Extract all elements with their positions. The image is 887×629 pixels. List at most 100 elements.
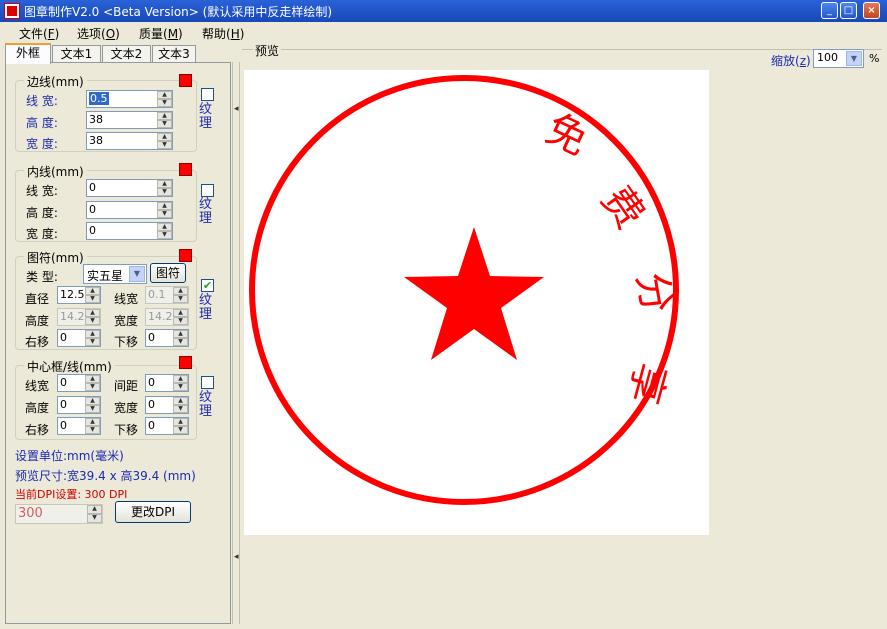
center-height-input[interactable]: 0 ▲ ▼ — [57, 396, 101, 414]
center-texture-label: 纹理 — [199, 390, 213, 419]
spin-arrows: ▲ ▼ — [85, 309, 100, 325]
window-title: 图章制作V2.0 <Beta Version> (默认采用中反走样绘制) — [24, 5, 333, 19]
menu-file[interactable]: 文件(F) — [19, 25, 59, 42]
border-group-title: 边线(mm) — [24, 73, 87, 90]
spin-arrows[interactable]: ▲ ▼ — [173, 375, 188, 391]
spin-arrows[interactable]: ▲ ▼ — [157, 202, 172, 218]
spin-arrows[interactable]: ▲ ▼ — [173, 330, 188, 346]
border-texture-label: 纹理 — [199, 102, 213, 131]
symbol-diameter-input[interactable]: 12.5 ▲ ▼ — [57, 286, 101, 304]
tab-text1[interactable]: 文本1 — [52, 45, 101, 63]
border-height-label: 高 度: — [26, 116, 58, 130]
minimize-button[interactable]: _ — [821, 2, 838, 19]
border-width-input[interactable]: 38 ▲ ▼ — [86, 132, 173, 150]
unit-info: 设置单位:mm(毫米) — [15, 449, 124, 463]
seal-char: 享 — [619, 358, 674, 409]
tab-text3[interactable]: 文本3 — [152, 45, 196, 63]
spin-arrows[interactable]: ▲ ▼ — [85, 397, 100, 413]
title-bar: 图章制作V2.0 <Beta Version> (默认采用中反走样绘制) _ □… — [0, 0, 887, 22]
symbol-group-title: 图符(mm) — [24, 249, 87, 266]
center-down-input[interactable]: 0 ▲ ▼ — [145, 417, 189, 435]
inner-width-input[interactable]: 0 ▲ ▼ — [86, 222, 173, 240]
spin-arrows[interactable]: ▲ ▼ — [157, 223, 172, 239]
symbol-width-input: 14.2 ▲ ▼ — [145, 308, 189, 326]
menu-options[interactable]: 选项(O) — [77, 25, 120, 42]
panel-splitter[interactable]: ◂ ◂ — [232, 62, 240, 624]
center-texture-checkbox[interactable] — [201, 376, 214, 389]
center-color-swatch[interactable] — [179, 356, 192, 369]
spin-arrows[interactable]: ▲ ▼ — [85, 375, 100, 391]
zoom-label: 缩放(z) — [771, 54, 811, 68]
menu-quality[interactable]: 质量(M) — [139, 25, 183, 42]
seal-char: 费 — [592, 178, 653, 237]
symbol-height-label: 高度 — [25, 314, 50, 328]
spin-arrows[interactable]: ▲ ▼ — [157, 112, 172, 128]
inner-texture-checkbox[interactable] — [201, 184, 214, 197]
spin-arrows[interactable]: ▲ ▼ — [173, 418, 188, 434]
menu-bar: 文件(F) 选项(O) 质量(M) 帮助(H) — [0, 22, 887, 42]
symbol-line-width-input: 0.1 ▲ ▼ — [145, 286, 189, 304]
chevron-down-icon[interactable]: ▼ — [846, 51, 862, 66]
spin-arrows[interactable]: ▲ ▼ — [173, 397, 188, 413]
collapse-arrow-icon[interactable]: ◂ — [234, 552, 239, 562]
spin-arrows[interactable]: ▲ ▼ — [85, 330, 100, 346]
center-width-label: 宽度 — [114, 401, 139, 415]
symbol-height-input: 14.2 ▲ ▼ — [57, 308, 101, 326]
inner-group-title: 内线(mm) — [24, 163, 87, 180]
inner-line-width-input[interactable]: 0 ▲ ▼ — [86, 179, 173, 197]
maximize-button[interactable]: □ — [840, 2, 857, 19]
symbol-width-label: 宽度 — [114, 314, 139, 328]
border-color-swatch[interactable] — [179, 74, 192, 87]
spin-arrows[interactable]: ▲ ▼ — [87, 505, 102, 523]
symbol-type-label: 类 型: — [26, 270, 58, 284]
symbol-texture-checkbox[interactable]: ✔ — [201, 279, 214, 292]
spin-arrows: ▲ ▼ — [173, 287, 188, 303]
center-line-width-input[interactable]: 0 ▲ ▼ — [57, 374, 101, 392]
center-line-width-label: 线宽 — [25, 379, 50, 393]
preview-size-info: 预览尺寸:宽39.4 x 高39.4 (mm) — [15, 469, 196, 483]
center-spacing-input[interactable]: 0 ▲ ▼ — [145, 374, 189, 392]
border-line-width-input[interactable]: 0.5 ▲ ▼ — [86, 90, 173, 108]
change-dpi-button[interactable]: 更改DPI — [115, 501, 191, 523]
inner-texture-label: 纹理 — [199, 197, 213, 226]
border-height-input[interactable]: 38 ▲ ▼ — [86, 111, 173, 129]
dpi-setting-info: 当前DPI设置: 300 DPI — [15, 488, 128, 501]
zoom-select[interactable]: 100 ▼ — [813, 49, 864, 68]
collapse-arrow-icon[interactable]: ◂ — [234, 104, 239, 114]
close-button[interactable]: × — [863, 2, 880, 19]
dpi-input[interactable]: 300 ▲ ▼ — [15, 504, 103, 524]
spin-arrows[interactable]: ▲ ▼ — [157, 180, 172, 196]
symbol-down-input[interactable]: 0 ▲ ▼ — [145, 329, 189, 347]
inner-height-input[interactable]: 0 ▲ ▼ — [86, 201, 173, 219]
center-right-input[interactable]: 0 ▲ ▼ — [57, 417, 101, 435]
center-height-label: 高度 — [25, 401, 50, 415]
border-width-label: 宽 度: — [26, 137, 58, 151]
star-icon — [404, 227, 544, 360]
app-icon[interactable] — [4, 3, 20, 19]
spin-arrows[interactable]: ▲ ▼ — [157, 133, 172, 149]
symbol-right-input[interactable]: 0 ▲ ▼ — [57, 329, 101, 347]
menu-help[interactable]: 帮助(H) — [202, 25, 244, 42]
symbol-type-select[interactable]: 实五星 ▼ — [83, 264, 147, 284]
symbol-color-swatch[interactable] — [179, 249, 192, 262]
spin-arrows[interactable]: ▲ ▼ — [85, 418, 100, 434]
seal-char: 分 — [628, 269, 680, 316]
preview-canvas: 免 费 分 享 — [244, 70, 709, 535]
border-line-width-label: 线 宽: — [26, 94, 58, 108]
symbol-right-label: 右移 — [25, 335, 50, 349]
center-group-title: 中心框/线(mm) — [24, 358, 115, 375]
symbol-texture-label: 纹理 — [199, 293, 213, 322]
chevron-down-icon[interactable]: ▼ — [129, 266, 145, 282]
tab-frame[interactable]: 外框 — [5, 43, 51, 64]
preview-title: 预览 — [253, 42, 282, 59]
spin-arrows[interactable]: ▲ ▼ — [85, 287, 100, 303]
center-width-input[interactable]: 0 ▲ ▼ — [145, 396, 189, 414]
symbol-diameter-label: 直径 — [25, 292, 50, 306]
border-texture-checkbox[interactable] — [201, 88, 214, 101]
spin-arrows[interactable]: ▲ ▼ — [157, 91, 172, 107]
inner-color-swatch[interactable] — [179, 163, 192, 176]
symbol-button[interactable]: 图符 — [150, 263, 186, 283]
center-down-label: 下移 — [114, 423, 139, 437]
inner-height-label: 高 度: — [26, 206, 58, 220]
tab-text2[interactable]: 文本2 — [102, 45, 151, 63]
